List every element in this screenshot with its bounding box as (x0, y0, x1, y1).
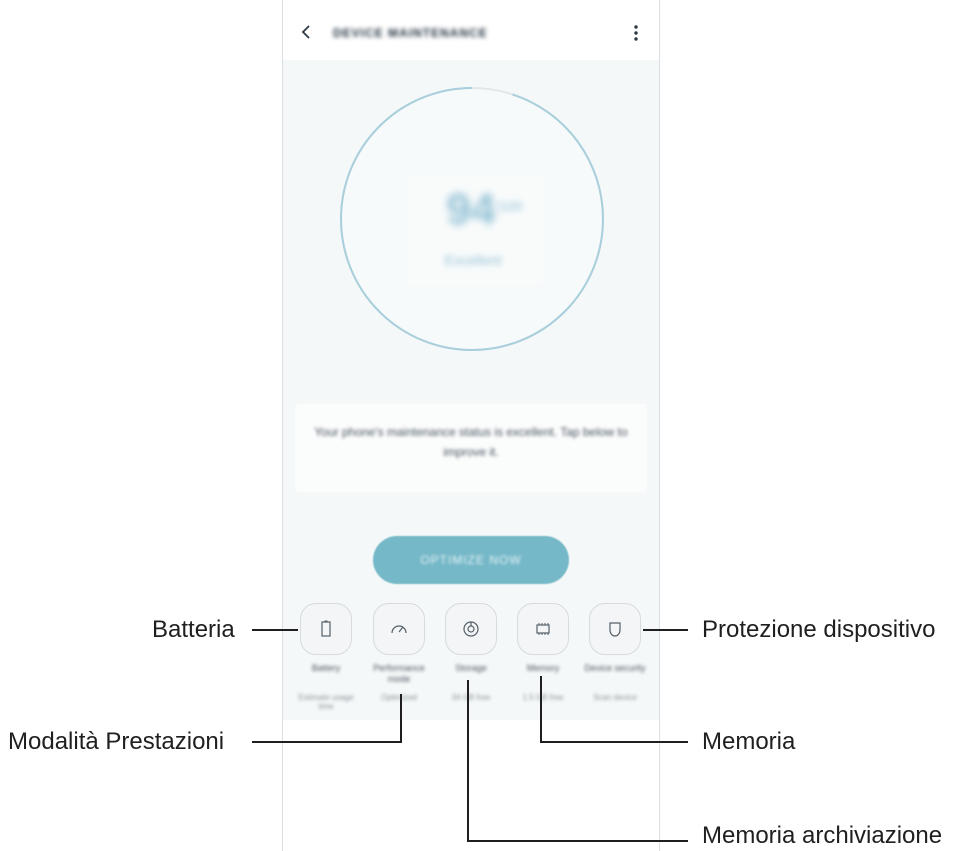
health-score-unit: /100 (495, 198, 523, 214)
memory-callout-line-v (540, 676, 542, 743)
storage-tile-label: Storage (455, 663, 487, 673)
callout-memory: Memoria (702, 728, 796, 755)
security-tile-sub: Scan device (593, 693, 637, 702)
battery-tile[interactable] (300, 603, 352, 655)
storage-tile[interactable] (445, 603, 497, 655)
callout-performance: Modalità Prestazioni (8, 728, 225, 755)
performance-mode-tile[interactable] (373, 603, 425, 655)
device-security-tile[interactable] (589, 603, 641, 655)
battery-callout-line (252, 629, 298, 631)
performance-tile-label: Performance mode (373, 663, 425, 684)
callout-security: Protezione dispositivo (702, 616, 936, 643)
memory-callout-line-h (540, 741, 688, 743)
storage-pie-icon (463, 621, 479, 637)
phone-screen: DEVICE MAINTENANCE 94 /100 Excellent You… (282, 0, 660, 851)
optimize-now-label: OPTIMIZE NOW (420, 553, 522, 567)
shield-icon (609, 622, 621, 637)
speedometer-icon (391, 625, 407, 634)
optimize-now-button[interactable]: OPTIMIZE NOW (373, 536, 569, 584)
battery-tile-sub: Estimate usage time (298, 693, 354, 711)
memory-tile-label: Memory (526, 663, 560, 673)
performance-callout-line-v (400, 694, 402, 742)
callout-battery: Batteria (152, 616, 235, 643)
storage-tile-sub: 34 GB free (451, 693, 491, 702)
storage-callout-line-h (467, 840, 688, 842)
back-button[interactable] (297, 22, 317, 42)
status-message: Your phone's maintenance status is excel… (314, 425, 628, 459)
performance-callout-line-h (252, 741, 402, 743)
health-status: Excellent (444, 252, 502, 268)
battery-icon (321, 620, 331, 637)
memory-tile-sub: 1.5 GB free (522, 693, 564, 702)
app-bar: DEVICE MAINTENANCE (283, 0, 659, 61)
chevron-left-icon (301, 25, 310, 39)
storage-callout-line-v (467, 680, 469, 841)
more-vertical-icon (634, 25, 638, 41)
page-title: DEVICE MAINTENANCE (333, 26, 488, 40)
performance-tile-sub: Optimized (380, 693, 417, 702)
security-tile-label: Device security (584, 663, 646, 673)
security-callout-line (643, 629, 688, 631)
battery-tile-label: Battery (311, 663, 341, 673)
more-options-button[interactable] (629, 22, 643, 44)
callout-storage: Memoria archiviazione (702, 822, 943, 849)
memory-chip-icon (536, 623, 550, 635)
memory-tile[interactable] (517, 603, 569, 655)
